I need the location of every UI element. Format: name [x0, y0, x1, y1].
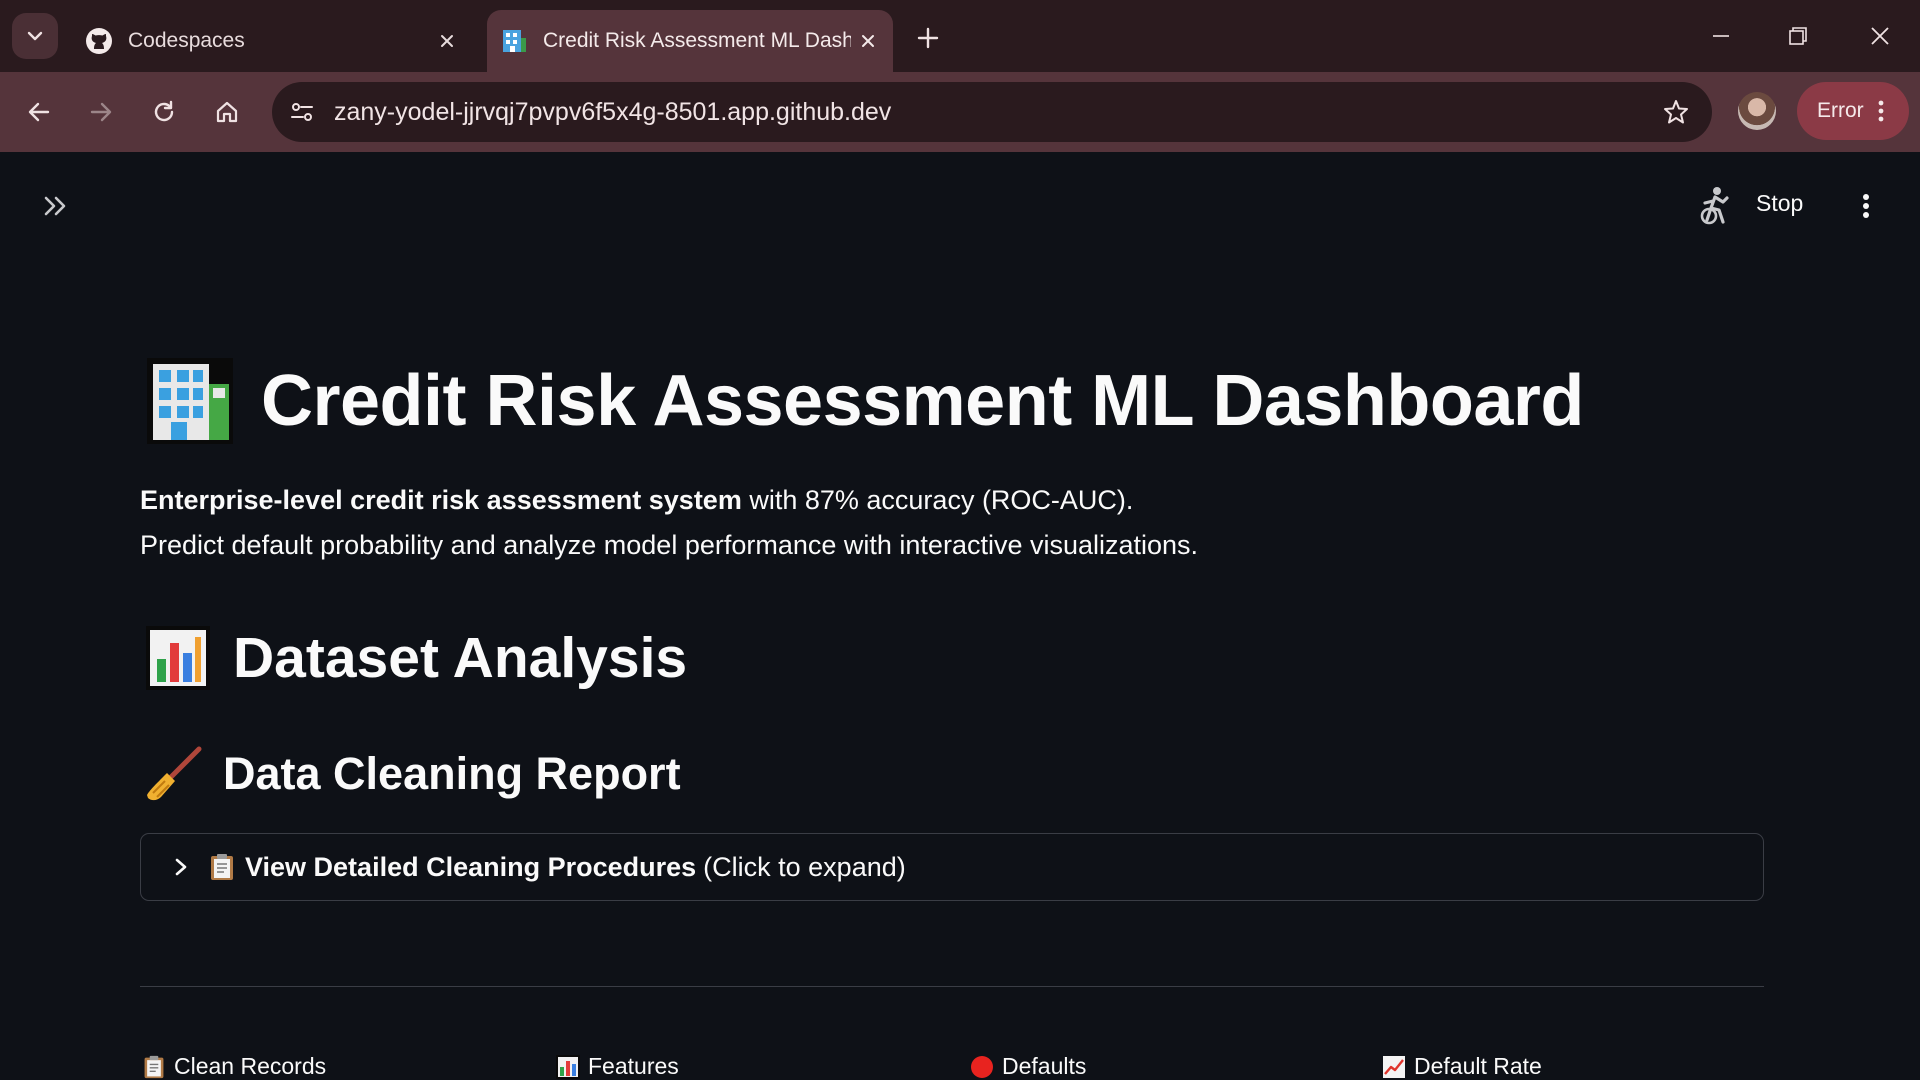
subsection-title: Data Cleaning Report [145, 745, 681, 803]
metric-label-default-rate: Default Rate [1382, 1053, 1542, 1080]
tab-search-button[interactable] [12, 13, 58, 59]
double-chevron-right-icon [44, 196, 66, 216]
tab-title: Codespaces [128, 29, 245, 52]
tab-credit-risk-dashboard[interactable]: Credit Risk Assessment ML Dashboard [487, 10, 893, 72]
page-title: Credit Risk Assessment ML Dashboard [145, 356, 1584, 446]
close-window-button[interactable] [1850, 14, 1910, 58]
intro-line2: Predict default probability and analyze … [140, 530, 1199, 560]
red-circle-emoji [971, 1055, 993, 1078]
chevron-down-icon [27, 31, 43, 41]
url-text[interactable]: zany-yodel-jjrvqj7pvpv6f5x4g-8501.app.gi… [334, 98, 1654, 127]
divider [140, 986, 1764, 987]
github-icon [84, 26, 114, 56]
expander-hint: (Click to expand) [703, 851, 906, 882]
metric-label-features: Features [556, 1053, 679, 1080]
browser-tab-strip: Codespaces Credit Risk Assessment ML Das… [0, 0, 1920, 72]
reload-icon [154, 100, 174, 122]
broom-emoji [147, 746, 202, 801]
clipboard-emoji [211, 854, 233, 880]
minimize-icon [1713, 35, 1729, 37]
intro-rest: with 87% accuracy (ROC-AUC). [741, 485, 1134, 515]
bookmark-star-icon[interactable] [1654, 90, 1698, 134]
arrow-left-icon [28, 102, 50, 122]
tab-close-icon[interactable] [851, 24, 885, 58]
section-title-text: Dataset Analysis [233, 626, 688, 690]
cleaning-procedures-expander[interactable]: View Detailed Cleaning Procedures (Click… [140, 833, 1764, 901]
profile-error-label: Error [1817, 99, 1864, 122]
reload-button[interactable] [142, 90, 186, 134]
intro-bold: Enterprise-level credit risk assessment … [140, 485, 742, 515]
minimize-button[interactable] [1691, 14, 1751, 58]
running-man-icon [1694, 184, 1734, 228]
browser-toolbar: zany-yodel-jjrvqj7pvpv6f5x4g-8501.app.gi… [0, 72, 1920, 152]
tab-close-icon[interactable] [430, 24, 464, 58]
address-bar[interactable]: zany-yodel-jjrvqj7pvpv6f5x4g-8501.app.gi… [272, 82, 1712, 142]
main-menu-button[interactable] [1852, 186, 1880, 226]
arrow-right-icon [90, 102, 112, 122]
home-button[interactable] [205, 90, 249, 134]
home-icon [216, 101, 238, 123]
office-building-icon [499, 26, 529, 56]
back-button[interactable] [17, 90, 61, 134]
metric-label-defaults: Defaults [970, 1053, 1086, 1080]
bar-chart-emoji [146, 626, 210, 690]
section-title: Dataset Analysis [145, 625, 687, 691]
clipboard-emoji [144, 1055, 164, 1078]
close-icon [1871, 27, 1889, 45]
chevron-right-icon [169, 855, 193, 879]
profile-avatar[interactable] [1738, 92, 1776, 130]
more-vert-icon [1878, 100, 1884, 122]
chart-increasing-emoji [1383, 1055, 1405, 1078]
page-title-text: Credit Risk Assessment ML Dashboard [261, 361, 1584, 441]
tab-title: Credit Risk Assessment ML Dashboard [543, 29, 851, 52]
plus-icon [917, 27, 939, 49]
new-tab-button[interactable] [908, 18, 948, 58]
restore-button[interactable] [1768, 14, 1828, 58]
stop-button[interactable]: Stop [1756, 190, 1803, 217]
site-info-icon[interactable] [284, 94, 320, 130]
expander-label: View Detailed Cleaning Procedures [245, 851, 697, 882]
restore-icon [1789, 27, 1807, 45]
bar-chart-emoji [556, 1054, 580, 1079]
metric-label-clean-records: Clean Records [142, 1053, 326, 1080]
more-vert-icon [1863, 194, 1869, 218]
profile-error-button[interactable]: Error [1797, 82, 1909, 140]
office-building-emoji [147, 358, 233, 444]
sidebar-expand-button[interactable] [38, 188, 74, 224]
forward-button[interactable] [79, 90, 123, 134]
subsection-title-text: Data Cleaning Report [223, 748, 681, 799]
intro-text: Enterprise-level credit risk assessment … [140, 478, 1198, 568]
tab-codespaces[interactable]: Codespaces [72, 10, 472, 72]
